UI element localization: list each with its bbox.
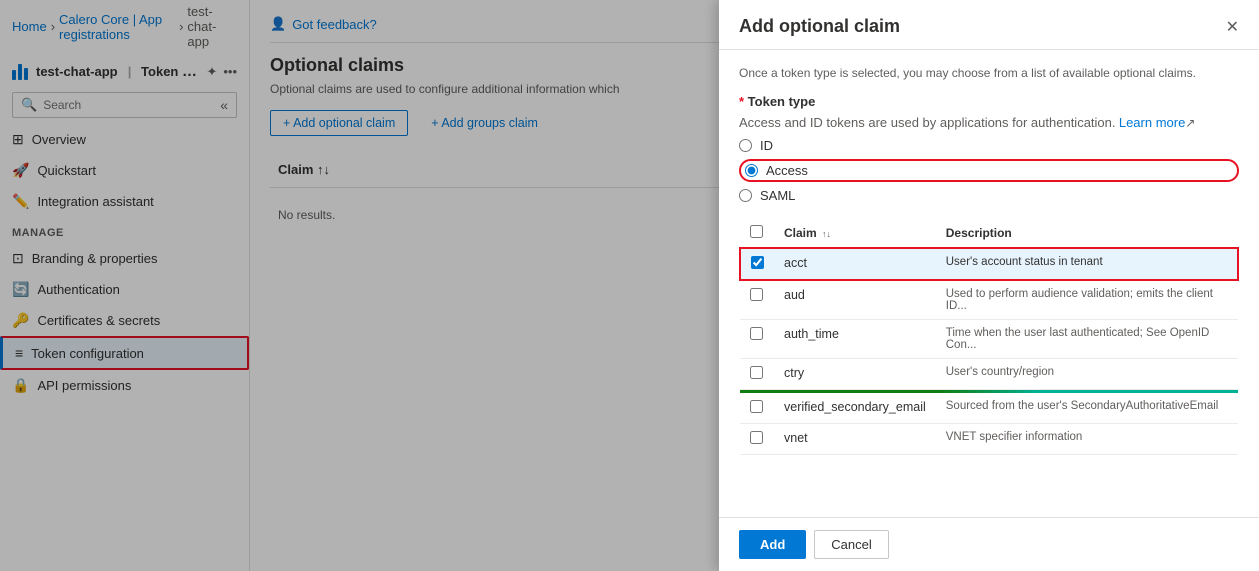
claim-name-vnet: vnet	[774, 423, 936, 454]
claim-desc-auth_time: Time when the user last authenticated; S…	[936, 320, 1238, 359]
panel-body: Once a token type is selected, you may c…	[719, 50, 1259, 517]
col-checkbox	[740, 219, 774, 248]
claim-name-ctry: ctry	[774, 359, 936, 390]
radio-saml[interactable]: SAML	[739, 188, 1239, 203]
table-row: ctryUser's country/region	[740, 359, 1238, 390]
claim-checkbox-verified_secondary_email[interactable]	[750, 400, 763, 413]
claim-checkbox-cell[interactable]	[740, 393, 774, 424]
panel-close-button[interactable]: ✕	[1226, 17, 1239, 37]
learn-more-link[interactable]: Learn more	[1119, 115, 1185, 130]
panel-header: Add optional claim ✕	[719, 0, 1259, 50]
table-row: audUsed to perform audience validation; …	[740, 280, 1238, 320]
select-all-checkbox[interactable]	[750, 225, 763, 238]
claim-checkbox-cell[interactable]	[740, 248, 774, 280]
token-type-desc: Access and ID tokens are used by applica…	[739, 115, 1239, 130]
panel-footer: Add Cancel	[719, 517, 1259, 571]
claims-table-header-row: Claim ↑↓ Description	[740, 219, 1238, 248]
table-row: vnetVNET specifier information	[740, 423, 1238, 454]
claim-desc-ctry: User's country/region	[936, 359, 1238, 390]
radio-saml-input[interactable]	[739, 189, 752, 202]
table-row: verified_secondary_emailSourced from the…	[740, 393, 1238, 424]
claim-checkbox-cell[interactable]	[740, 320, 774, 359]
radio-id-input[interactable]	[739, 139, 752, 152]
add-claim-panel: Add optional claim ✕ Once a token type i…	[719, 0, 1259, 571]
claim-checkbox-cell[interactable]	[740, 280, 774, 320]
col-desc-header: Description	[936, 219, 1238, 248]
sort-icon: ↑↓	[822, 229, 831, 239]
panel-subtitle: Once a token type is selected, you may c…	[739, 66, 1239, 80]
claim-name-verified_secondary_email: verified_secondary_email	[774, 393, 936, 424]
claim-name-acct: acct	[774, 248, 936, 280]
cancel-button[interactable]: Cancel	[814, 530, 888, 559]
claim-desc-acct: User's account status in tenant	[936, 248, 1238, 280]
claim-checkbox-aud[interactable]	[750, 288, 763, 301]
claim-name-auth_time: auth_time	[774, 320, 936, 359]
token-type-label: * Token type	[739, 94, 1239, 109]
claim-desc-verified_secondary_email: Sourced from the user's SecondaryAuthori…	[936, 393, 1238, 424]
radio-id[interactable]: ID	[739, 138, 1239, 153]
radio-access[interactable]: Access	[739, 159, 1239, 182]
panel-title: Add optional claim	[739, 16, 900, 37]
add-button[interactable]: Add	[739, 530, 806, 559]
claim-desc-vnet: VNET specifier information	[936, 423, 1238, 454]
claim-checkbox-vnet[interactable]	[750, 431, 763, 444]
table-row: acctUser's account status in tenant	[740, 248, 1238, 280]
claim-desc-aud: Used to perform audience validation; emi…	[936, 280, 1238, 320]
claim-checkbox-cell[interactable]	[740, 423, 774, 454]
token-type-radio-group: ID Access SAML	[739, 138, 1239, 203]
claim-name-aud: aud	[774, 280, 936, 320]
claim-checkbox-ctry[interactable]	[750, 366, 763, 379]
col-claim-header: Claim ↑↓	[774, 219, 936, 248]
table-row: auth_timeTime when the user last authent…	[740, 320, 1238, 359]
claim-checkbox-cell[interactable]	[740, 359, 774, 390]
claim-checkbox-auth_time[interactable]	[750, 327, 763, 340]
claim-checkbox-acct[interactable]	[751, 256, 764, 269]
panel-overlay[interactable]: Add optional claim ✕ Once a token type i…	[0, 0, 1259, 571]
radio-access-input[interactable]	[745, 164, 758, 177]
claims-list-table: Claim ↑↓ Description acctUser's account …	[739, 219, 1239, 455]
